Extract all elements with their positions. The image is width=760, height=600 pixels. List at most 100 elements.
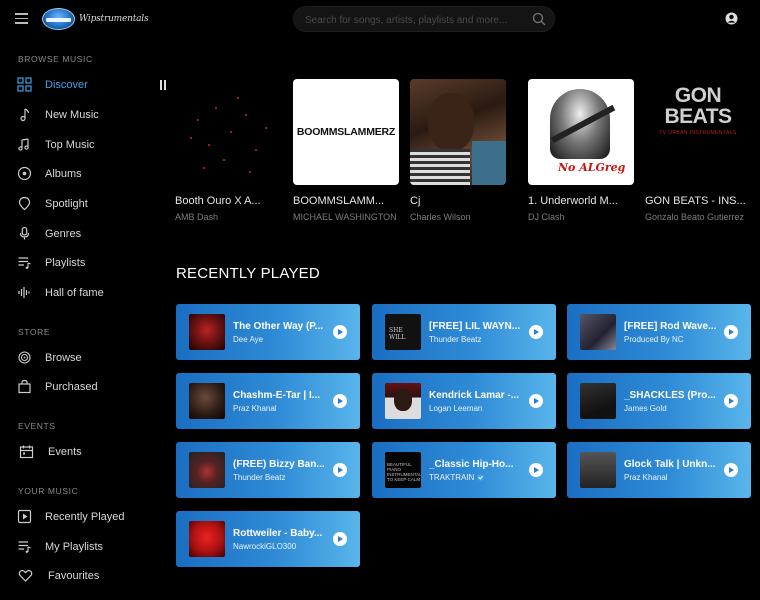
sidebar-item-label: Recently Played — [45, 511, 125, 523]
play-icon[interactable] — [724, 394, 738, 408]
track-thumbnail: BEAUTIFUL PIANO INSTRUMENTALS TO KEEP CA… — [385, 452, 421, 488]
play-icon[interactable] — [724, 325, 738, 339]
track-thumbnail — [189, 452, 225, 488]
verified-icon — [477, 474, 485, 481]
sidebar-item-recently-played[interactable]: Recently Played — [0, 505, 150, 529]
user-account-icon[interactable] — [725, 12, 738, 25]
recent-track-tile[interactable]: (FREE) Bizzy Ban... Thunder Beatz — [176, 442, 360, 498]
sidebar-item-browse[interactable]: Browse — [0, 346, 150, 370]
play-icon[interactable] — [529, 394, 543, 408]
album-art: GON BEATS TV URBAN INSTRUMENTALS — [645, 79, 751, 185]
waveform-icon — [18, 287, 30, 298]
card-title[interactable]: Cj — [410, 195, 516, 207]
recent-track-tile[interactable]: BEAUTIFUL PIANO INSTRUMENTALS TO KEEP CA… — [372, 442, 556, 498]
featured-card[interactable]: BOOMMSLAMMERZ BOOMMSLAMM... MICHAEL WASH… — [293, 79, 399, 223]
card-artist[interactable]: Gonzalo Beato Gutierrez — [645, 212, 751, 223]
logo-text: Wipstrumentals — [79, 14, 149, 24]
recently-played-heading: RECENTLY PLAYED — [176, 265, 320, 282]
menu-icon[interactable] — [15, 13, 28, 24]
recent-track-tile[interactable]: Kendrick Lamar -... Logan Leeman — [372, 373, 556, 429]
sidebar-item-purchased[interactable]: Purchased — [0, 375, 150, 399]
track-title: The Other Way (P... — [233, 321, 324, 332]
play-icon[interactable] — [333, 394, 347, 408]
play-icon[interactable] — [333, 463, 347, 477]
track-thumbnail — [580, 383, 616, 419]
recent-track-tile[interactable]: [FREE] Rod Wave... Produced By NC — [567, 304, 751, 360]
card-artist[interactable]: Charles Wilson — [410, 212, 516, 223]
featured-card[interactable]: No ALGreg 1. Underworld M... DJ Clash — [528, 79, 634, 223]
card-title[interactable]: GON BEATS - INS... — [645, 195, 751, 207]
search-icon[interactable] — [532, 12, 546, 26]
sidebar-item-label: Events — [48, 446, 82, 458]
thumbnail-text: BEAUTIFUL PIANO INSTRUMENTALS TO KEEP CA… — [387, 462, 421, 482]
music-note-icon — [20, 108, 30, 122]
track-title: Rottweiler - Baby... — [233, 528, 323, 539]
featured-card[interactable]: GON BEATS TV URBAN INSTRUMENTALS GON BEA… — [645, 79, 751, 223]
sidebar-item-label: My Playlists — [45, 541, 104, 553]
card-artist[interactable]: AMB Dash — [175, 212, 281, 223]
sidebar-item-top-music[interactable]: Top Music — [0, 133, 150, 157]
play-icon[interactable] — [529, 463, 543, 477]
sidebar-item-label: Spotlight — [45, 198, 88, 210]
track-thumbnail — [580, 314, 616, 350]
sidebar-item-albums[interactable]: Albums — [0, 162, 150, 186]
track-artist: Produced By NC — [624, 335, 684, 344]
card-title[interactable]: 1. Underworld M... — [528, 195, 634, 207]
recent-track-tile[interactable]: Chashm-E-Tar | I... Praz Khanal — [176, 373, 360, 429]
play-icon[interactable] — [333, 325, 347, 339]
recent-track-tile[interactable]: The Other Way (P... Dee Aye — [176, 304, 360, 360]
sidebar-item-label: Genres — [45, 228, 82, 240]
sidebar-item-genres[interactable]: Genres — [0, 222, 150, 246]
sidebar-item-discover[interactable]: Discover — [0, 73, 150, 97]
recent-track-tile[interactable]: Rottweiler - Baby... NawrockiGLO300 — [176, 511, 360, 567]
track-thumbnail — [580, 452, 616, 488]
card-artist[interactable]: DJ Clash — [528, 212, 634, 223]
album-art-subtext: TV URBAN INSTRUMENTALS — [659, 130, 737, 136]
recent-track-tile[interactable]: _SHACKLES (Pro... James Gold — [567, 373, 751, 429]
sidebar-item-spotlight[interactable]: Spotlight — [0, 192, 150, 216]
spotlight-icon — [18, 196, 31, 211]
sidebar-item-playlists[interactable]: Playlists — [0, 251, 150, 275]
play-icon[interactable] — [529, 325, 543, 339]
album-art-text: No ALGreg — [558, 161, 626, 174]
sidebar: BROWSE MUSIC Discover New Music Top Musi… — [0, 38, 160, 600]
play-icon[interactable] — [333, 532, 347, 546]
track-title: [FREE] Rod Wave... — [624, 321, 717, 332]
sidebar-item-my-playlists[interactable]: My Playlists — [0, 535, 150, 559]
track-artist: Praz Khanal — [233, 404, 277, 413]
music-notes-icon — [18, 138, 29, 151]
track-artist: Logan Leeman — [429, 404, 483, 413]
featured-card[interactable]: Cj Charles Wilson — [410, 79, 516, 223]
microphone-icon — [19, 226, 30, 240]
track-thumbnail: SHE WILL — [385, 314, 421, 350]
album-art: BOOMMSLAMMERZ — [293, 79, 399, 185]
card-artist[interactable]: MICHAEL WASHINGTON — [293, 212, 399, 223]
disc-icon — [17, 166, 32, 181]
track-thumbnail — [385, 383, 421, 419]
play-icon[interactable] — [724, 463, 738, 477]
logo-badge-icon — [42, 8, 75, 30]
sidebar-item-label: New Music — [45, 109, 99, 121]
recent-track-tile[interactable]: SHE WILL [FREE] LIL WAYN... Thunder Beat… — [372, 304, 556, 360]
track-thumbnail — [189, 314, 225, 350]
card-title[interactable]: Booth Ouro X A... — [175, 195, 281, 207]
browse-section-title: BROWSE MUSIC — [18, 54, 93, 64]
search-input[interactable] — [305, 12, 525, 28]
pause-icon[interactable] — [159, 80, 167, 90]
track-artist: Thunder Beatz — [429, 335, 482, 344]
sidebar-item-events[interactable]: Events — [0, 440, 150, 464]
card-title[interactable]: BOOMMSLAMM... — [293, 195, 399, 207]
logo[interactable]: Wipstrumentals — [42, 7, 149, 31]
track-artist: TRAKTRAIN — [429, 473, 475, 482]
recent-track-tile[interactable]: Glock Talk | Unkn... Praz Khanal — [567, 442, 751, 498]
sidebar-item-hall-of-fame[interactable]: Hall of fame — [0, 281, 150, 305]
track-title: (FREE) Bizzy Ban... — [233, 459, 325, 470]
album-art-text: BOOMMSLAMMERZ — [296, 126, 396, 138]
sidebar-item-favourites[interactable]: Favourites — [0, 564, 150, 588]
grid-icon — [17, 77, 32, 92]
store-section-title: STORE — [18, 327, 51, 337]
track-title: Kendrick Lamar -... — [429, 390, 520, 401]
app-window: Wipstrumentals BROWSE MUSIC Discover — [0, 0, 760, 600]
featured-card[interactable]: Booth Ouro X A... AMB Dash — [175, 79, 281, 223]
sidebar-item-new-music[interactable]: New Music — [0, 103, 150, 127]
